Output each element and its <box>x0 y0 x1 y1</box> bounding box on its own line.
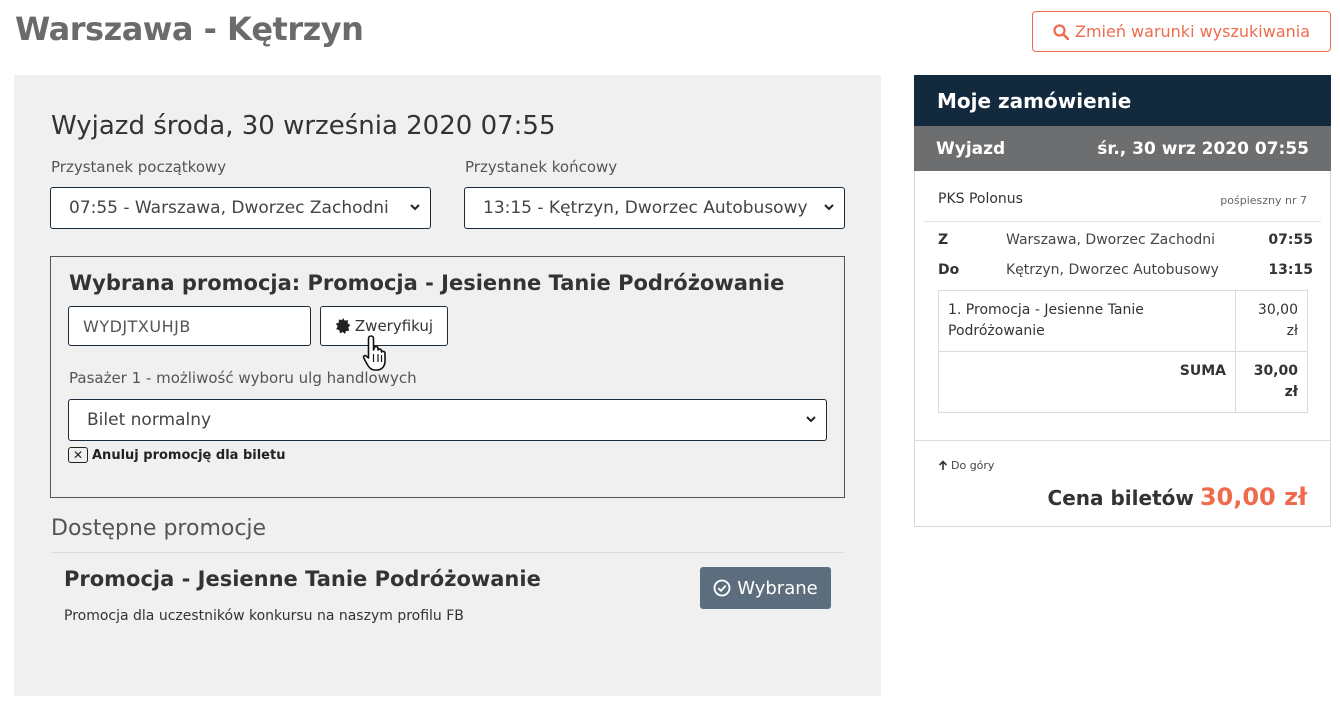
available-promo-name: Promocja - Jesienne Tanie Podróżowanie <box>64 567 541 591</box>
from-name: Warszawa, Dworzec Zachodni <box>1006 232 1216 248</box>
start-stop-value: 07:55 - Warszawa, Dworzec Zachodni <box>69 198 389 218</box>
total-price: Cena biletów 30,00 zł <box>1048 483 1307 511</box>
trip-date: śr., 30 wrz 2020 07:55 <box>1097 138 1309 159</box>
from-time: 07:55 <box>1268 232 1313 248</box>
total-value: 30,00 zł <box>1199 483 1307 511</box>
departure-title: Wyjazd środa, 30 września 2020 07:55 <box>51 111 556 141</box>
check-circle-icon <box>713 579 731 597</box>
page-title: Warszawa - Kętrzyn <box>15 10 364 48</box>
to-time: 13:15 <box>1268 262 1313 278</box>
ticket-type-select[interactable]: Bilet normalny <box>68 399 827 441</box>
chevron-down-icon <box>806 416 816 423</box>
badge-icon <box>335 318 351 334</box>
change-search-label: Zmień warunki wyszukiwania <box>1074 22 1311 41</box>
end-stop-label: Przystanek końcowy <box>465 158 618 176</box>
trip-bar: Wyjazd śr., 30 wrz 2020 07:55 <box>914 126 1331 171</box>
from-code: Z <box>938 232 949 248</box>
start-stop-select[interactable]: 07:55 - Warszawa, Dworzec Zachodni <box>50 187 431 229</box>
available-promo-description: Promocja dla uczestników konkursu na nas… <box>64 608 464 624</box>
item-label: 1. Promocja - Jesienne Tanie Podróżowani… <box>938 290 1236 352</box>
change-search-button[interactable]: Zmień warunki wyszukiwania <box>1032 11 1331 52</box>
search-icon <box>1053 23 1069 40</box>
chevron-down-icon <box>410 204 420 211</box>
back-to-top-link[interactable]: Do góry <box>938 459 994 472</box>
chosen-promo-button[interactable]: Wybrane <box>700 567 831 609</box>
verify-label: Zweryfikuj <box>354 317 434 335</box>
available-promos-title: Dostępne promocje <box>51 516 267 541</box>
table-row: SUMA 30,00 zł <box>938 351 1308 413</box>
close-icon: ✕ <box>68 447 88 463</box>
to-name: Kętrzyn, Dworzec Autobusowy <box>1006 262 1219 278</box>
item-price: 30,00 zł <box>1235 290 1308 352</box>
table-row: 1. Promocja - Jesienne Tanie Podróżowani… <box>938 290 1308 352</box>
cancel-promo-button[interactable]: ✕ Anuluj promocję dla biletu <box>68 447 285 463</box>
service-type: pośpieszny nr 7 <box>1220 194 1307 207</box>
hand-pointer-icon <box>362 335 386 371</box>
to-code: Do <box>938 262 960 278</box>
arrow-up-icon <box>938 460 948 470</box>
back-to-top-label: Do góry <box>951 459 995 472</box>
sum-label: SUMA <box>938 351 1236 413</box>
order-panel: Moje zamówienie Wyjazd śr., 30 wrz 2020 … <box>914 75 1331 527</box>
end-stop-select[interactable]: 13:15 - Kętrzyn, Dworzec Autobusowy <box>464 187 845 229</box>
order-title: Moje zamówienie <box>914 75 1331 126</box>
divider <box>924 221 1321 222</box>
trip-label: Wyjazd <box>936 138 1006 159</box>
chosen-promo-label: Wybrane <box>737 577 818 599</box>
promo-code-input[interactable]: WYDJTXUHJB <box>68 306 311 346</box>
selected-promo-title: Wybrana promocja: Promocja - Jesienne Ta… <box>69 271 785 295</box>
end-stop-value: 13:15 - Kętrzyn, Dworzec Autobusowy <box>483 198 808 218</box>
total-label: Cena biletów <box>1047 486 1194 510</box>
passenger-label: Pasażer 1 - możliwość wyboru ulg handlow… <box>69 369 417 387</box>
carrier-name: PKS Polonus <box>938 191 1023 207</box>
divider <box>51 552 844 553</box>
sum-value: 30,00 zł <box>1235 351 1308 413</box>
journey-panel: Wyjazd środa, 30 września 2020 07:55 Prz… <box>14 75 881 696</box>
chevron-down-icon <box>824 204 834 211</box>
ticket-type-value: Bilet normalny <box>87 410 212 430</box>
start-stop-label: Przystanek początkowy <box>51 158 227 176</box>
selected-promo-box: Wybrana promocja: Promocja - Jesienne Ta… <box>50 256 845 498</box>
price-table: 1. Promocja - Jesienne Tanie Podróżowani… <box>938 290 1308 413</box>
cancel-promo-label: Anuluj promocję dla biletu <box>92 447 286 463</box>
divider <box>915 440 1330 441</box>
